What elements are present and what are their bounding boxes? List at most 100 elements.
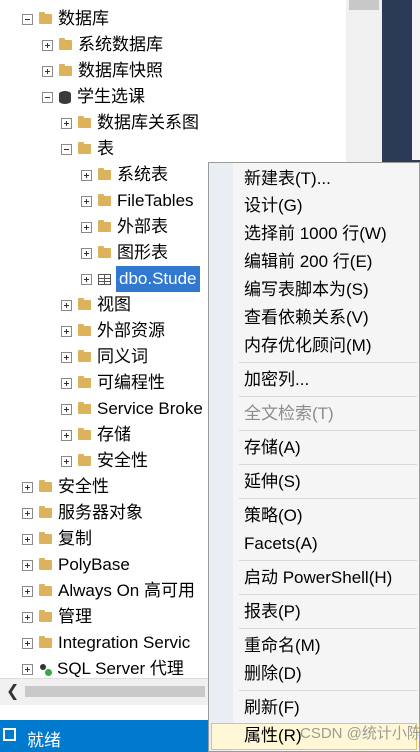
tree-node-views[interactable]: 视图 <box>61 292 131 318</box>
expand-icon[interactable] <box>61 403 72 415</box>
expand-icon[interactable] <box>61 455 72 467</box>
tree-node-dbo-student[interactable]: dbo.Stude <box>81 266 200 292</box>
scroll-left-icon[interactable]: ❮ <box>6 681 19 701</box>
tree-node-db-security[interactable]: 安全性 <box>61 448 148 474</box>
collapse-icon[interactable] <box>22 13 33 25</box>
tree-node-label: 学生选课 <box>77 87 145 106</box>
expand-icon[interactable] <box>22 507 33 519</box>
tree-node-system-tables[interactable]: 系统表 <box>81 162 168 188</box>
expand-icon[interactable] <box>61 325 72 337</box>
tree-node-graph-tables[interactable]: 图形表 <box>81 240 168 266</box>
menu-item-design[interactable]: 设计(G) <box>244 195 303 217</box>
expand-icon[interactable] <box>81 221 92 233</box>
tree-node-label: PolyBase <box>58 555 130 574</box>
menu-item-full-text-index: 全文检索(T) <box>244 404 334 423</box>
folder-icon <box>78 376 91 388</box>
expand-icon[interactable] <box>81 273 92 285</box>
menu-item-stretch[interactable]: 延伸(S) <box>244 471 301 493</box>
tree-node-student-db[interactable]: 学生选课 <box>42 84 145 110</box>
tree-node-sql-agent[interactable]: SQL Server 代理 <box>22 656 184 678</box>
expand-icon[interactable] <box>42 39 53 51</box>
tree-node-label: 管理 <box>58 607 92 626</box>
tree-node-label: FileTables <box>117 191 194 210</box>
tree-node-service-broker[interactable]: Service Broke <box>61 396 203 422</box>
menu-item-start-powershell[interactable]: 启动 PowerShell(H) <box>244 567 392 589</box>
folder-icon <box>98 168 111 180</box>
tree-node-label: 数据库关系图 <box>97 113 199 132</box>
expand-icon[interactable] <box>61 377 72 389</box>
menu-item-delete[interactable]: 删除(D) <box>244 663 302 685</box>
tree-node-tables[interactable]: 表 <box>61 136 114 162</box>
tree-node-security[interactable]: 安全性 <box>22 474 109 500</box>
expand-icon[interactable] <box>22 663 33 675</box>
expand-icon[interactable] <box>22 611 33 623</box>
expand-icon[interactable] <box>81 169 92 181</box>
menu-item-select-top-1000[interactable]: 选择前 1000 行(W) <box>244 223 387 245</box>
tree-node-synonyms[interactable]: 同义词 <box>61 344 148 370</box>
menu-item-edit-top-200[interactable]: 编辑前 200 行(E) <box>244 251 372 273</box>
expand-icon[interactable] <box>22 533 33 545</box>
tree-node-integration-services[interactable]: Integration Servic <box>22 630 190 656</box>
tree-node-polybase[interactable]: PolyBase <box>22 552 130 578</box>
tree-node-db-diagrams[interactable]: 数据库关系图 <box>61 110 199 136</box>
menu-separator <box>239 560 417 561</box>
menu-item-memory-optimization-advisor[interactable]: 内存优化顾问(M) <box>244 335 371 357</box>
tree-node-storage[interactable]: 存储 <box>61 422 131 448</box>
menu-item-facets[interactable]: Facets(A) <box>244 533 318 555</box>
scrollbar-thumb[interactable] <box>349 0 379 10</box>
expand-icon[interactable] <box>22 637 33 649</box>
expand-icon[interactable] <box>61 351 72 363</box>
tree-node-server-objects[interactable]: 服务器对象 <box>22 500 143 526</box>
tree-node-filetables[interactable]: FileTables <box>81 188 194 214</box>
menu-item-reports[interactable]: 报表(P) <box>244 601 301 623</box>
tree-node-label: 系统数据库 <box>78 35 163 54</box>
context-menu: 新建表(T)... 设计(G) 选择前 1000 行(W) 编辑前 200 行(… <box>208 162 420 752</box>
tree-node-management[interactable]: 管理 <box>22 604 92 630</box>
tree-node-external-resources[interactable]: 外部资源 <box>61 318 165 344</box>
expand-icon[interactable] <box>42 65 53 77</box>
menu-separator <box>239 498 417 499</box>
menu-item-view-dependencies[interactable]: 查看依赖关系(V) <box>244 307 369 329</box>
expand-icon[interactable] <box>61 429 72 441</box>
menu-item-storage[interactable]: 存储(A) <box>244 437 301 459</box>
folder-icon <box>39 480 52 492</box>
menu-item-new-table[interactable]: 新建表(T)... <box>244 168 331 190</box>
tree-node-database-snapshots[interactable]: 数据库快照 <box>42 58 163 84</box>
menu-item-rename[interactable]: 重命名(M) <box>244 635 320 657</box>
collapse-icon[interactable] <box>61 143 72 155</box>
tree-node-label: 数据库快照 <box>78 61 163 80</box>
menu-item-refresh[interactable]: 刷新(F) <box>244 697 300 719</box>
expand-icon[interactable] <box>22 559 33 571</box>
tree-node-label: 视图 <box>97 295 131 314</box>
expand-icon[interactable] <box>81 247 92 259</box>
tree-node-label: 数据库 <box>58 9 109 28</box>
expand-icon[interactable] <box>61 117 72 129</box>
status-text: 就绪 <box>27 731 61 750</box>
menu-item-encrypt-columns[interactable]: 加密列... <box>244 369 309 391</box>
status-window-icon <box>3 728 16 741</box>
scrollbar-thumb[interactable] <box>25 686 205 697</box>
folder-icon <box>78 116 91 128</box>
tree-node-replication[interactable]: 复制 <box>22 526 92 552</box>
menu-separator <box>239 628 417 629</box>
menu-item-script-table-as[interactable]: 编写表脚本为(S) <box>244 279 369 301</box>
tree-node-always-on[interactable]: Always On 高可用 <box>22 578 195 604</box>
expand-icon[interactable] <box>22 481 33 493</box>
menu-item-properties[interactable]: 属性(R) <box>244 725 302 747</box>
tree-node-label: 安全性 <box>97 451 148 470</box>
tree-node-external-tables[interactable]: 外部表 <box>81 214 168 240</box>
tree-node-system-databases[interactable]: 系统数据库 <box>42 32 163 58</box>
collapse-icon[interactable] <box>42 91 53 103</box>
tree-node-programmability[interactable]: 可编程性 <box>61 370 165 396</box>
tree-node-label: 表 <box>97 139 114 158</box>
folder-icon <box>78 428 91 440</box>
folder-icon <box>39 584 52 596</box>
expand-icon[interactable] <box>61 299 72 311</box>
tree-node-databases[interactable]: 数据库 <box>22 6 109 32</box>
menu-item-policies[interactable]: 策略(O) <box>244 505 303 527</box>
tree-node-label: 可编程性 <box>97 373 165 392</box>
tree-node-label: 复制 <box>58 529 92 548</box>
folder-icon <box>39 636 52 648</box>
expand-icon[interactable] <box>81 195 92 207</box>
expand-icon[interactable] <box>22 585 33 597</box>
